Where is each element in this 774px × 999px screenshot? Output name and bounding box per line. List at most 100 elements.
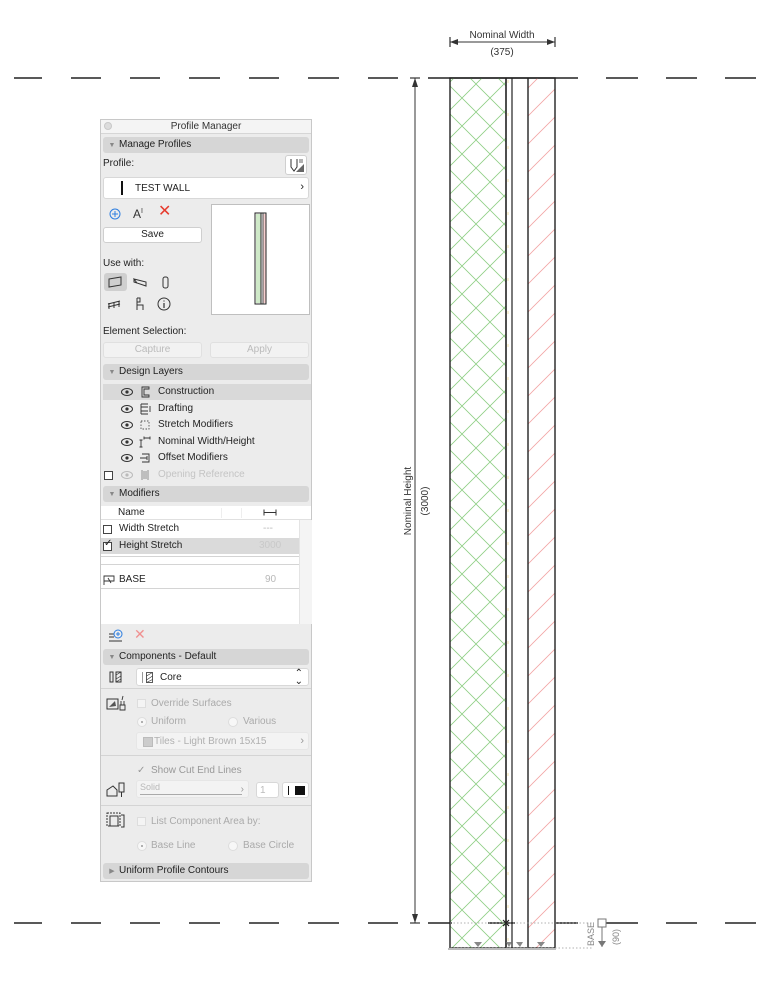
modifier-row-height-stretch[interactable]: ✓ Height Stretch 3000 bbox=[101, 538, 299, 554]
disclosure-open-icon: ▼ bbox=[108, 369, 116, 376]
eye-icon[interactable] bbox=[121, 388, 133, 396]
eye-icon[interactable] bbox=[121, 471, 133, 479]
row-divider bbox=[101, 564, 299, 565]
railing-tool-icon[interactable] bbox=[107, 299, 121, 310]
element-selection-label: Element Selection: bbox=[103, 326, 187, 337]
eye-icon[interactable] bbox=[121, 405, 133, 413]
use-with-wall-button[interactable] bbox=[104, 273, 127, 291]
base-offset-label: BASE bbox=[586, 922, 596, 946]
info-icon[interactable] bbox=[157, 297, 171, 311]
base-offset-dimension[interactable] bbox=[597, 918, 607, 947]
uniform-profile-contours-header[interactable]: ▶ Uniform Profile Contours bbox=[103, 863, 309, 879]
column-divider bbox=[221, 508, 222, 518]
eye-icon[interactable] bbox=[121, 421, 133, 429]
base-line-label: Base Line bbox=[151, 840, 196, 851]
component-select[interactable]: Core ⌃ ⌄ bbox=[136, 668, 309, 687]
modifier-checkbox[interactable] bbox=[103, 525, 112, 534]
chevron-right-icon: › bbox=[300, 735, 304, 747]
layer-enable-checkbox[interactable] bbox=[104, 471, 113, 480]
show-cut-end-lines-checkbox[interactable]: ✓ bbox=[137, 765, 145, 776]
layer-drafting[interactable]: Drafting bbox=[103, 401, 311, 417]
nominal-dimension-icon bbox=[139, 436, 151, 448]
panel-title: Profile Manager bbox=[170, 121, 242, 132]
nominal-width-value: (375) bbox=[490, 47, 513, 58]
modifiers-header[interactable]: ▼ Modifiers bbox=[103, 486, 309, 502]
base-circle-label: Base Circle bbox=[243, 840, 295, 851]
chevron-right-icon: › bbox=[300, 181, 304, 193]
base-circle-radio[interactable] bbox=[228, 841, 238, 851]
save-button[interactable]: Save bbox=[103, 227, 202, 243]
add-modifier-icon[interactable] bbox=[108, 629, 123, 642]
profile-label: Profile: bbox=[103, 158, 135, 169]
list-component-area-label: List Component Area by: bbox=[151, 816, 261, 827]
delete-modifier-icon[interactable]: ✕ bbox=[134, 627, 146, 641]
offset-modifier-icon bbox=[103, 575, 115, 585]
list-component-area-checkbox[interactable] bbox=[137, 817, 146, 826]
various-radio[interactable] bbox=[228, 717, 238, 727]
eye-icon[interactable] bbox=[121, 454, 133, 462]
line-preview bbox=[140, 794, 242, 795]
pen-weight-mark bbox=[288, 786, 289, 795]
profile-options-button[interactable] bbox=[285, 155, 307, 175]
profile-selector[interactable]: TEST WALL › bbox=[103, 177, 309, 199]
layer-offset-modifiers[interactable]: Offset Modifiers bbox=[103, 450, 311, 466]
profile-manager-panel: Profile Manager ▼ Manage Profiles Profile… bbox=[100, 119, 312, 882]
core-component bbox=[450, 78, 506, 948]
design-layers-header[interactable]: ▼ Design Layers bbox=[103, 364, 309, 380]
opening-reference-icon bbox=[141, 470, 149, 480]
manage-profiles-header[interactable]: ▼ Manage Profiles bbox=[103, 137, 309, 153]
override-surfaces-label: Override Surfaces bbox=[151, 698, 232, 709]
apply-button[interactable]: Apply bbox=[210, 342, 309, 358]
component-icon bbox=[109, 671, 122, 683]
section-divider bbox=[101, 688, 311, 689]
panel-titlebar[interactable]: Profile Manager bbox=[101, 120, 311, 134]
eye-icon[interactable] bbox=[121, 438, 133, 446]
base-line-radio[interactable] bbox=[137, 841, 147, 851]
capture-button[interactable]: Capture bbox=[103, 342, 202, 358]
layer-stretch-modifiers[interactable]: Stretch Modifiers bbox=[103, 417, 311, 433]
wall-profile[interactable] bbox=[449, 77, 556, 949]
add-profile-icon[interactable] bbox=[109, 208, 121, 220]
override-surfaces-icon bbox=[106, 695, 126, 711]
uniform-radio[interactable] bbox=[137, 717, 147, 727]
components-header[interactable]: ▼ Components - Default bbox=[103, 649, 309, 665]
component-area-icon bbox=[106, 812, 125, 828]
pen-color-button[interactable] bbox=[282, 782, 309, 798]
layer-opening-reference[interactable]: Opening Reference bbox=[103, 467, 311, 483]
row-divider bbox=[101, 556, 299, 557]
updown-chevron-icon: ⌃ ⌄ bbox=[294, 668, 303, 687]
object-tool-icon[interactable] bbox=[134, 297, 145, 311]
stretch-modifiers-icon bbox=[140, 420, 150, 430]
finish-component bbox=[528, 78, 555, 948]
column-header-name[interactable]: Name bbox=[118, 507, 145, 518]
nominal-height-label: Nominal Height bbox=[403, 467, 414, 536]
layer-nominal-width-height[interactable]: Nominal Width/Height bbox=[103, 434, 311, 450]
profile-preview bbox=[211, 204, 310, 315]
override-surfaces-checkbox[interactable] bbox=[137, 699, 146, 708]
surface-select[interactable]: Tiles - Light Brown 15x15 › bbox=[136, 732, 309, 750]
construction-layer-icon bbox=[141, 386, 150, 398]
column-divider bbox=[241, 508, 242, 518]
section-divider bbox=[101, 805, 311, 806]
profile-color-bar bbox=[121, 181, 123, 195]
column-tool-icon[interactable] bbox=[162, 276, 169, 289]
line-type-select[interactable]: Solid › bbox=[136, 780, 249, 798]
select-divider bbox=[142, 672, 143, 683]
close-window-button[interactable] bbox=[104, 122, 112, 130]
modifiers-table-header: Name bbox=[101, 506, 311, 520]
show-cut-end-lines-label: Show Cut End Lines bbox=[151, 765, 242, 776]
modifiers-table: Name Width Stretch --- ✓ Height Stretch … bbox=[101, 506, 312, 624]
delete-profile-icon[interactable]: ✕ bbox=[158, 204, 171, 220]
modifier-row-width-stretch[interactable]: Width Stretch --- bbox=[101, 521, 299, 537]
modifiers-scrollbar[interactable] bbox=[299, 520, 312, 624]
modifier-checkbox-checked[interactable]: ✓ bbox=[103, 539, 112, 551]
pen-number-field[interactable]: 1 bbox=[256, 782, 279, 798]
disclosure-open-icon: ▼ bbox=[108, 654, 116, 661]
beam-tool-icon[interactable] bbox=[133, 277, 147, 288]
rename-profile-icon[interactable]: AI bbox=[133, 207, 143, 221]
profile-settings-icon bbox=[290, 159, 304, 172]
cut-end-lines-icon bbox=[106, 782, 125, 797]
pen-color-swatch bbox=[295, 786, 305, 795]
layer-construction[interactable]: Construction bbox=[103, 384, 311, 400]
offset-modifier-row-base[interactable]: BASE 90 bbox=[101, 572, 299, 589]
